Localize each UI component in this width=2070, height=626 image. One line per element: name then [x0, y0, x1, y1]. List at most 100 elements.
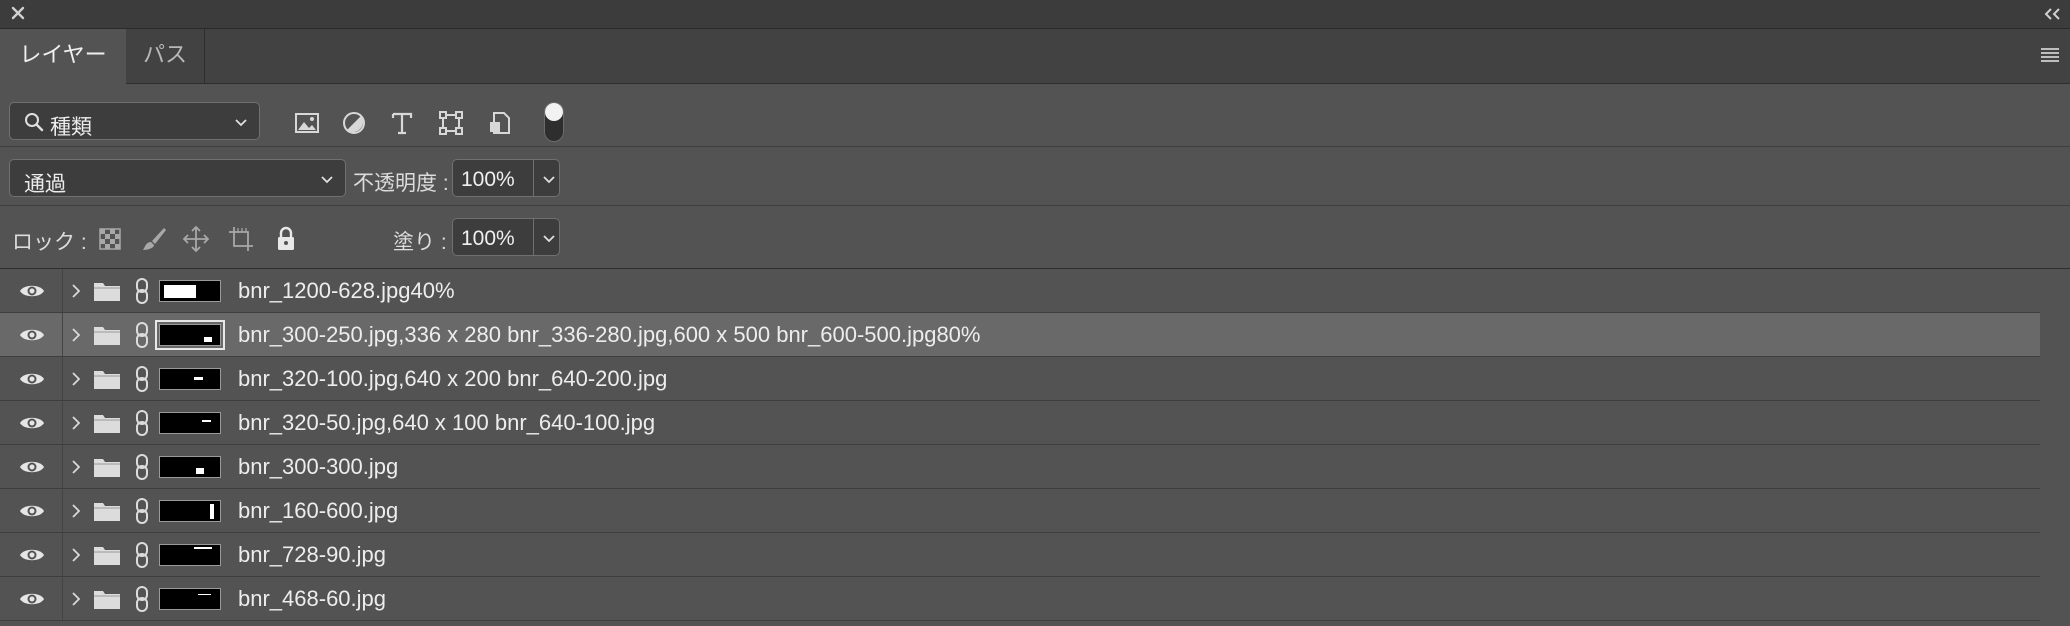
visibility-eye-icon[interactable] [18, 544, 46, 566]
double-chevron-left-icon[interactable] [2042, 4, 2064, 24]
adjustment-filter-icon[interactable] [340, 109, 368, 137]
chain-link-icon[interactable] [132, 277, 152, 305]
chevron-down-icon[interactable] [541, 230, 557, 246]
layer-row[interactable]: bnr_300-250.jpg,336 x 280 bnr_336-280.jp… [0, 313, 2040, 357]
toggle-knob [545, 103, 563, 121]
layers-panel: レイヤー パス 種類 通過 不透明度: 100% ロック: 塗り: 100… [0, 0, 2070, 626]
filter-toggle[interactable] [544, 102, 564, 142]
chain-link-icon[interactable] [132, 409, 152, 437]
folder-icon [94, 459, 120, 477]
image-filter-icon[interactable] [293, 109, 321, 137]
layer-row[interactable]: bnr_300-300.jpg [0, 445, 2040, 489]
visibility-eye-icon[interactable] [18, 456, 46, 478]
filter-kind-select[interactable]: 種類 [9, 102, 260, 140]
filter-row: 種類 [0, 84, 2070, 147]
mask-shape [204, 337, 212, 342]
expand-chevron-icon[interactable] [69, 414, 83, 432]
lock-artboard-icon[interactable] [227, 225, 255, 253]
panel-titlebar [0, 0, 2070, 29]
layer-mask-thumbnail[interactable] [159, 412, 221, 434]
folder-icon [94, 547, 120, 565]
layer-name: bnr_468-60.jpg [238, 586, 387, 611]
type-filter-icon[interactable] [388, 109, 416, 137]
layer-row[interactable]: bnr_160-600.jpg [0, 489, 2040, 533]
visibility-eye-icon[interactable] [18, 368, 46, 390]
mask-shape [210, 504, 214, 519]
opacity-field[interactable]: 100% [452, 159, 560, 197]
visibility-eye-icon[interactable] [18, 280, 46, 302]
layer-mask-thumbnail[interactable] [155, 320, 225, 350]
expand-chevron-icon[interactable] [69, 370, 83, 388]
panel-menu-icon[interactable] [2038, 43, 2062, 67]
layer-mask-thumbnail[interactable] [159, 368, 221, 390]
expand-chevron-icon[interactable] [69, 282, 83, 300]
shape-filter-icon[interactable] [437, 109, 465, 137]
layer-mask-thumbnail[interactable] [159, 280, 221, 302]
mask-shape [194, 547, 212, 549]
mask-shape [194, 377, 203, 380]
chevron-down-icon [321, 176, 333, 184]
opacity-value[interactable]: 100% [461, 168, 515, 192]
chain-link-icon[interactable] [132, 453, 152, 481]
chain-link-icon[interactable] [132, 365, 152, 393]
folder-icon [94, 371, 120, 389]
folder-icon [94, 591, 120, 609]
expand-chevron-icon[interactable] [69, 590, 83, 608]
tab-layers[interactable]: レイヤー [0, 29, 126, 84]
scrollbar-track [2040, 269, 2070, 626]
layer-mask-thumbnail[interactable] [159, 544, 221, 566]
layer-row[interactable]: bnr_468-60.jpg [0, 577, 2040, 621]
lock-row: ロック : 塗り : 100% [0, 206, 2070, 269]
layer-name: bnr_300-300.jpg [238, 454, 399, 479]
lock-position-icon[interactable] [182, 225, 210, 253]
layer-name: bnr_728-90.jpg [238, 542, 387, 567]
fill-field[interactable]: 100% [452, 218, 560, 256]
lock-transparent-pixels-icon[interactable] [96, 225, 124, 253]
tab-bar: レイヤー パス [0, 29, 2070, 84]
layer-mask-thumbnail[interactable] [159, 500, 221, 522]
mask-shape [198, 594, 211, 595]
expand-chevron-icon[interactable] [69, 326, 83, 344]
tab-paths[interactable]: パス [126, 29, 205, 83]
layer-row[interactable]: bnr_1200-628.jpg40% [0, 269, 2040, 313]
lock-image-pixels-icon[interactable] [140, 225, 168, 253]
blend-row: 通過 不透明度 : 100% [0, 147, 2070, 206]
visibility-eye-icon[interactable] [18, 500, 46, 522]
layer-row[interactable]: bnr_320-50.jpg,640 x 100 bnr_640-100.jpg [0, 401, 2040, 445]
chevron-down-icon [235, 119, 247, 127]
visibility-eye-icon[interactable] [18, 324, 46, 346]
close-icon[interactable] [8, 3, 28, 23]
layer-row[interactable]: bnr_320-100.jpg,640 x 200 bnr_640-200.jp… [0, 357, 2040, 401]
chevron-down-icon[interactable] [541, 171, 557, 187]
blend-mode-value: 通過 [24, 173, 66, 196]
mask-shape [202, 420, 211, 422]
smart-object-filter-icon[interactable] [486, 109, 514, 137]
mask-shape [196, 468, 204, 474]
visibility-eye-icon[interactable] [18, 412, 46, 434]
chain-link-icon[interactable] [132, 321, 152, 349]
folder-icon [94, 283, 120, 301]
visibility-eye-icon[interactable] [18, 588, 46, 610]
expand-chevron-icon[interactable] [69, 546, 83, 564]
layer-row[interactable]: bnr_728-90.jpg [0, 533, 2040, 577]
fill-value[interactable]: 100% [461, 227, 515, 251]
blend-mode-select[interactable]: 通過 [9, 159, 346, 197]
layer-mask-thumbnail[interactable] [159, 456, 221, 478]
chain-link-icon[interactable] [132, 541, 152, 569]
layer-list: bnr_1200-628.jpg40% bnr_300-250.jpg,336 … [0, 269, 2070, 626]
opacity-label: 不透明度 : [353, 172, 449, 195]
expand-chevron-icon[interactable] [69, 502, 83, 520]
folder-icon [94, 327, 120, 345]
lock-all-icon[interactable] [272, 225, 300, 253]
search-icon [25, 113, 44, 132]
layer-name: bnr_320-100.jpg,640 x 200 bnr_640-200.jp… [238, 366, 668, 391]
fill-label: 塗り : [393, 231, 447, 254]
folder-icon [94, 503, 120, 521]
chain-link-icon[interactable] [132, 497, 152, 525]
layer-mask-thumbnail[interactable] [159, 588, 221, 610]
mask-shape [164, 285, 196, 298]
layer-name: bnr_1200-628.jpg40% [238, 278, 455, 303]
chain-link-icon[interactable] [132, 585, 152, 613]
layer-name: bnr_300-250.jpg,336 x 280 bnr_336-280.jp… [238, 322, 981, 347]
expand-chevron-icon[interactable] [69, 458, 83, 476]
